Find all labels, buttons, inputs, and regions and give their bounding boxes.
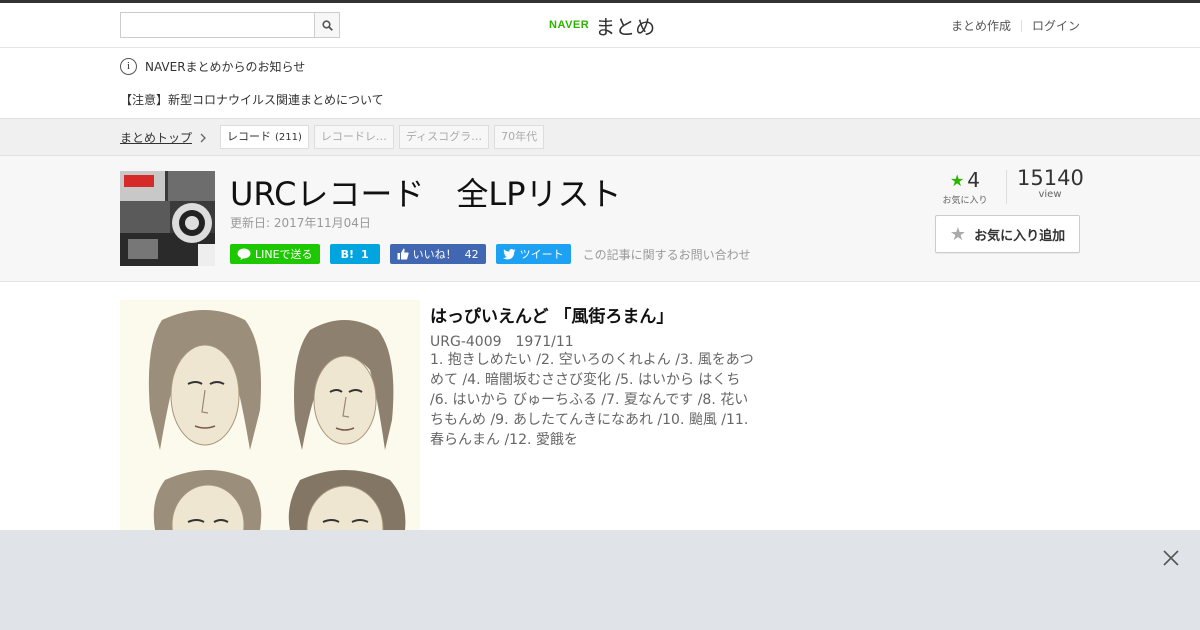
search-button[interactable] bbox=[314, 13, 339, 37]
tag-label: レコードレ… bbox=[320, 130, 387, 143]
tag-item[interactable]: ディスコグラ… bbox=[398, 125, 490, 149]
album-cover-image[interactable] bbox=[120, 300, 420, 530]
tag-count: (211) bbox=[275, 132, 302, 143]
item-tracklist: 1. 抱きしめたい /2. 空いろのくれよん /3. 風をあつめて /4. 暗闇… bbox=[430, 352, 754, 448]
tweet-label: ツイート bbox=[519, 248, 564, 261]
facebook-like-button[interactable]: いいね！ 42 bbox=[389, 244, 486, 264]
logo-service: まとめ bbox=[595, 14, 656, 39]
logo-brand: NAVER bbox=[549, 19, 590, 31]
tag-item[interactable]: 70年代 bbox=[494, 125, 545, 149]
breadcrumb-home[interactable]: まとめトップ bbox=[120, 129, 207, 146]
views-stat: 15140 view bbox=[1017, 166, 1084, 200]
line-icon bbox=[237, 248, 251, 260]
hatena-bookmark-button[interactable]: B! 1 bbox=[329, 244, 380, 264]
top-navigation-bar: NAVER まとめ まとめ作成 ログイン bbox=[0, 0, 1200, 48]
updated-date: 更新日: 2017年11月04日 bbox=[230, 216, 371, 230]
tweet-button[interactable]: ツイート bbox=[495, 244, 571, 264]
naver-matome-logo[interactable]: NAVER まとめ bbox=[549, 12, 656, 39]
top-links: まとめ作成 ログイン bbox=[951, 17, 1080, 34]
favorites-stat: ★ 4 お気に入り bbox=[940, 168, 990, 206]
thumbnail-image bbox=[120, 171, 215, 266]
notice-heading-text: NAVERまとめからのお知らせ bbox=[145, 60, 306, 74]
page-title: URCレコード 全LPリスト bbox=[230, 175, 622, 213]
notice-link[interactable]: 【注意】新型コロナウイルス関連まとめについて bbox=[120, 91, 384, 108]
favorites-label: お気に入り bbox=[942, 196, 988, 206]
star-icon: ★ bbox=[949, 223, 967, 245]
search-input[interactable] bbox=[121, 13, 315, 37]
tag-item[interactable]: レコード (211) bbox=[220, 125, 309, 149]
favorites-count-row: ★ 4 bbox=[940, 168, 990, 192]
login-link[interactable]: ログイン bbox=[1032, 17, 1080, 34]
item-meta: URG-4009 1971/11 bbox=[430, 334, 574, 350]
facebook-like-count: 42 bbox=[464, 247, 479, 261]
tag-list: レコード (211) レコードレ… ディスコグラ… 70年代 bbox=[220, 125, 549, 149]
favorites-count: 4 bbox=[967, 168, 981, 192]
views-count: 15140 bbox=[1017, 166, 1084, 190]
matome-thumbnail bbox=[120, 171, 215, 266]
divider bbox=[1006, 170, 1007, 204]
album-cover-illustration bbox=[120, 300, 420, 530]
add-favorite-button[interactable]: ★ お気に入り追加 bbox=[935, 215, 1080, 253]
notice-section: i NAVERまとめからのお知らせ 【注意】新型コロナウイルス関連まとめについて bbox=[0, 48, 1200, 118]
close-icon[interactable] bbox=[1161, 548, 1181, 568]
tag-label: ディスコグラ… bbox=[405, 130, 483, 143]
add-favorite-label: お気に入り追加 bbox=[974, 228, 1066, 244]
tag-label: 70年代 bbox=[501, 130, 538, 143]
breadcrumb-home-label: まとめトップ bbox=[120, 131, 193, 145]
notice-heading: i NAVERまとめからのお知らせ bbox=[120, 58, 305, 75]
facebook-like-label: いいね！ bbox=[412, 248, 457, 261]
breadcrumb: まとめトップ レコード (211) レコードレ… ディスコグラ… 70年代 bbox=[0, 118, 1200, 156]
create-matome-link[interactable]: まとめ作成 bbox=[951, 17, 1011, 34]
search-box bbox=[120, 12, 340, 38]
line-share-button[interactable]: LINEで送る bbox=[230, 244, 320, 264]
hatena-icon: B! bbox=[340, 247, 354, 261]
item-title: はっぴいえんど 「風街ろまん」 bbox=[430, 307, 674, 327]
ad-overlay bbox=[0, 530, 1200, 630]
views-label: view bbox=[1038, 189, 1062, 200]
divider bbox=[1020, 19, 1022, 32]
star-icon: ★ bbox=[949, 170, 965, 190]
inquiry-link[interactable]: この記事に関するお問い合わせ bbox=[583, 246, 751, 263]
twitter-bird-icon bbox=[502, 248, 516, 259]
search-icon bbox=[321, 19, 333, 31]
facebook-like-icon bbox=[397, 248, 409, 260]
share-buttons: LINEで送る B! 1 いいね！ 42 ツイート この記事に関するお問い合わせ bbox=[230, 244, 751, 264]
hatena-count: 1 bbox=[360, 247, 369, 261]
tag-item[interactable]: レコードレ… bbox=[313, 125, 394, 149]
tag-label: レコード bbox=[227, 130, 271, 143]
matome-header: URCレコード 全LPリスト 更新日: 2017年11月04日 LINEで送る … bbox=[0, 156, 1200, 282]
info-icon: i bbox=[120, 58, 137, 75]
line-share-label: LINEで送る bbox=[255, 248, 313, 261]
matome-content: はっぴいえんど 「風街ろまん」 URG-4009 1971/11 1. 抱きしめ… bbox=[0, 282, 1200, 530]
chevron-right-icon bbox=[200, 133, 206, 142]
